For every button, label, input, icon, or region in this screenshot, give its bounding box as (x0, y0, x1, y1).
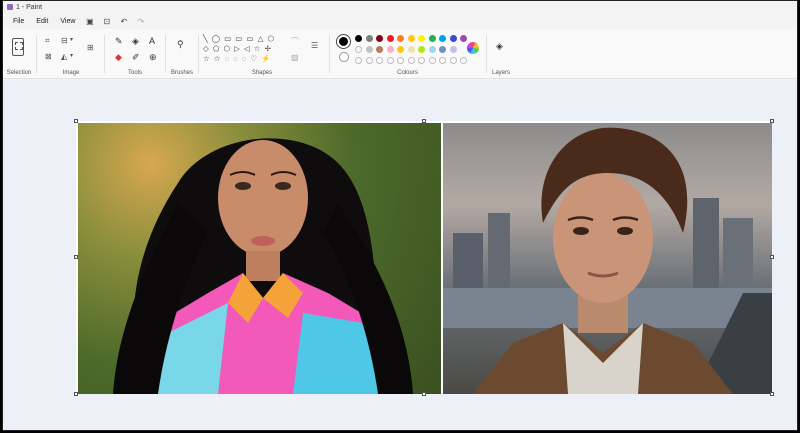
edit-colors-icon[interactable] (467, 42, 479, 54)
resize-icon[interactable]: ⊟ (61, 36, 68, 45)
color-swatch[interactable] (439, 35, 446, 42)
magnifier-icon[interactable]: ⊕ (149, 52, 157, 62)
color-swatch[interactable] (428, 46, 436, 53)
custom-color-swatch[interactable] (449, 57, 457, 64)
menu-edit[interactable]: Edit (30, 16, 54, 27)
paint-app-icon (7, 4, 13, 10)
outline-icon[interactable]: ⌒ (291, 37, 299, 46)
secondary-color-swatch[interactable] (339, 52, 349, 62)
tools-label: Tools (127, 70, 142, 76)
selection-label: Selection (6, 70, 32, 76)
crop-icon[interactable]: ⌗ (45, 36, 50, 45)
shapes-label: Shapes (251, 70, 273, 76)
selection-icon[interactable] (12, 38, 24, 56)
shape-fill-icon[interactable]: ▨ (291, 53, 299, 62)
portrait-woman-image (78, 123, 441, 394)
custom-color-swatch[interactable] (397, 57, 404, 64)
size-icon[interactable]: ☰ (311, 41, 318, 50)
image-label: Image (62, 70, 80, 76)
custom-color-swatch[interactable] (460, 57, 467, 64)
brushes-group: ⚲ Brushes (167, 29, 197, 79)
resize-handle[interactable] (770, 119, 774, 123)
text-icon[interactable]: A (149, 36, 155, 46)
title-bar: 1 - Paint (3, 1, 797, 13)
color-swatch[interactable] (397, 35, 404, 42)
color-swatch[interactable] (365, 46, 373, 53)
color-swatch[interactable] (418, 35, 425, 42)
color-swatch[interactable] (407, 35, 415, 42)
color-swatch[interactable] (439, 46, 446, 53)
custom-color-swatch[interactable] (365, 57, 373, 64)
color-swatch[interactable] (428, 35, 436, 42)
color-swatch[interactable] (449, 46, 457, 53)
canvas-area[interactable] (3, 80, 797, 430)
color-swatch[interactable] (407, 46, 415, 53)
rotate-chevron-icon[interactable]: ▾ (70, 52, 73, 61)
custom-color-swatch[interactable] (376, 57, 383, 64)
resize-handle[interactable] (770, 255, 774, 259)
color-swatch[interactable] (449, 35, 457, 42)
fill-icon[interactable]: ◈ (132, 36, 139, 46)
rotate-icon[interactable]: ◭ (61, 52, 67, 61)
paint-window: 1 - Paint File Edit View ▣ ⊡ ↶ ↷ Selecti… (2, 0, 798, 431)
color-swatch[interactable] (460, 35, 467, 42)
undo-icon[interactable]: ↶ (119, 17, 128, 26)
color-swatch[interactable] (376, 46, 383, 53)
colours-label: Colours (397, 70, 418, 76)
shapes-gallery[interactable]: ╲ ◯ ▭ ▭ ▭ △ ⬡ ◇ ⬠ ⬡ ▷ ◁ ☆ ✢ ☆ ☆ ◌ ◌ ◌ ♡ ⚡ (203, 34, 283, 64)
layers-icon[interactable]: ◈ (496, 41, 503, 51)
primary-color-swatch[interactable] (337, 35, 350, 48)
resize-handle[interactable] (770, 392, 774, 396)
menu-file[interactable]: File (7, 16, 30, 27)
menu-view[interactable]: View (54, 16, 81, 27)
color-swatch[interactable] (376, 35, 383, 42)
image-group: ⌗ ⊟ ▾ ⊞ ⊠ ◭ ▾ Image (39, 29, 103, 79)
custom-color-swatch[interactable] (439, 57, 446, 64)
color-swatch[interactable] (386, 35, 394, 42)
layers-group: ◈ Layers (487, 29, 515, 79)
redo-icon[interactable]: ↷ (136, 17, 145, 26)
tools-group: ✎ ◈ A ◆ ✐ ⊕ Tools (107, 29, 163, 79)
selection-group: Selection (3, 29, 35, 79)
layers-label: Layers (491, 70, 510, 76)
color-swatch[interactable] (418, 46, 425, 53)
drawing-canvas[interactable] (74, 119, 774, 396)
resize-handle[interactable] (422, 119, 426, 123)
resize-handle[interactable] (74, 255, 78, 259)
brush-icon[interactable]: ⚲ (177, 39, 184, 49)
share-icon[interactable]: ⊡ (102, 17, 111, 26)
color-swatch[interactable] (355, 46, 362, 53)
color-swatch[interactable] (355, 35, 362, 42)
resize-handle[interactable] (422, 392, 426, 396)
resize-chevron-icon[interactable]: ▾ (70, 36, 73, 45)
window-title: 1 - Paint (16, 3, 43, 11)
eraser-icon[interactable]: ◆ (115, 52, 122, 62)
color-picker-icon[interactable]: ✐ (132, 52, 140, 62)
image-select-icon[interactable]: ⊞ (87, 43, 94, 52)
ribbon: Selection ⌗ ⊟ ▾ ⊞ ⊠ ◭ ▾ Image ✎ ◈ A ◆ ✐ … (3, 29, 797, 79)
color-swatch[interactable] (365, 35, 373, 42)
resize-handle[interactable] (74, 392, 78, 396)
brushes-label: Brushes (170, 70, 193, 76)
flip-icon[interactable]: ⊠ (45, 52, 52, 61)
custom-color-swatch[interactable] (407, 57, 415, 64)
color-swatch[interactable] (397, 46, 404, 53)
color-swatch[interactable] (386, 46, 394, 53)
pencil-icon[interactable]: ✎ (115, 36, 123, 46)
menu-bar: File Edit View ▣ ⊡ ↶ ↷ (3, 13, 797, 29)
save-icon[interactable]: ▣ (85, 17, 94, 26)
custom-color-swatch[interactable] (418, 57, 425, 64)
shapes-group: ╲ ◯ ▭ ▭ ▭ △ ⬡ ◇ ⬠ ⬡ ▷ ◁ ☆ ✢ ☆ ☆ ◌ ◌ ◌ ♡ ⚡ … (199, 29, 325, 79)
custom-color-swatch[interactable] (355, 57, 362, 64)
portrait-man-image (443, 123, 772, 394)
custom-color-swatch[interactable] (386, 57, 394, 64)
resize-handle[interactable] (74, 119, 78, 123)
custom-color-swatch[interactable] (428, 57, 436, 64)
